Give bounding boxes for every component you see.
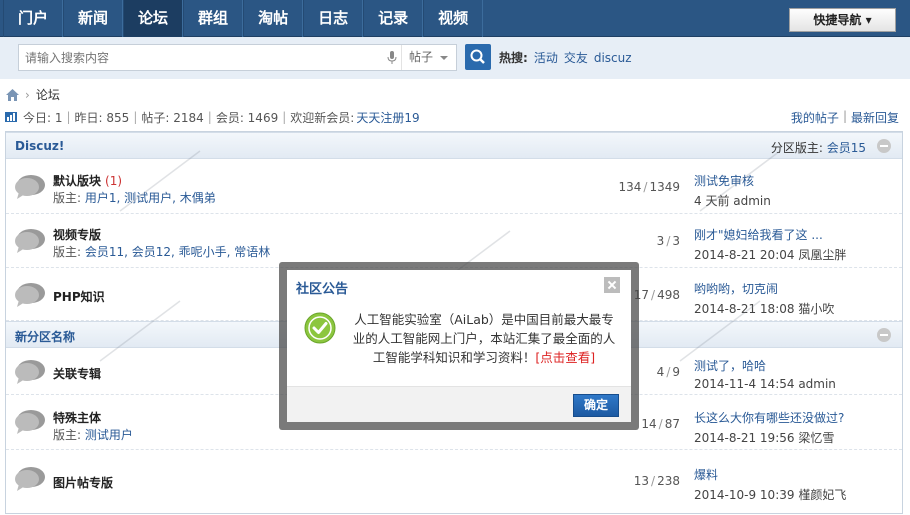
close-icon[interactable] (604, 277, 620, 293)
last-post-link[interactable]: 哟哟哟，切克闹 (694, 282, 778, 296)
forum-bubble-icon (15, 229, 45, 253)
forum-counts: 3/3 (656, 234, 680, 248)
stats-right-links: 我的帖子 | 最新回复 (787, 109, 903, 126)
breadcrumb-current[interactable]: 论坛 (36, 86, 60, 103)
last-post: 长这么大你有哪些还没做过? 2014-8-21 19:56 梁忆雪 (694, 411, 845, 445)
stat-today: 今日: 1 (23, 110, 63, 125)
search-input[interactable] (19, 45, 384, 70)
confirm-button[interactable]: 确定 (573, 394, 619, 417)
check-circle-icon (304, 312, 336, 344)
moderator-links[interactable]: 用户1, 测试用户, 木偶弟 (85, 191, 216, 205)
forum-bubble-icon (15, 410, 45, 434)
last-post-link[interactable]: 长这么大你有哪些还没做过? (694, 411, 844, 425)
nav-item-record[interactable]: 记录 (363, 0, 424, 37)
hot-word-link[interactable]: discuz (594, 51, 632, 65)
last-post: 测试免审核 4 天前 admin (694, 174, 771, 208)
dialog-footer: 确定 (287, 386, 631, 422)
hot-search-label: 热搜: (499, 51, 528, 65)
last-post-link[interactable]: 刚才"媳妇给我看了这 ... (694, 228, 823, 242)
forum-bubble-icon (15, 360, 45, 384)
last-post: 哟哟哟，切克闹 2014-8-21 18:08 猫小吹 (694, 282, 835, 316)
forum-row: 视频专版 版主: 会员11, 会员12, 乖呢小手, 常语林 3/3 刚才"媳妇… (6, 214, 902, 268)
my-posts-link[interactable]: 我的帖子 (787, 109, 843, 126)
forum-counts: 134/1349 (618, 180, 681, 194)
nav-item-blog[interactable]: 日志 (303, 0, 364, 37)
main-nav-list: 门户 新闻 论坛 群组 淘帖 日志 记录 视频 (3, 0, 484, 37)
stat-posts: 帖子: 2184 (141, 110, 204, 125)
forum-row: 图片帖专版 13/238 爆料 2014-10-9 10:39 槿颜妃飞 (6, 450, 902, 506)
hot-search: 热搜: 活动 交友 discuz (499, 49, 632, 66)
forum-counts: 13/238 (633, 474, 680, 488)
forum-title[interactable]: PHP知识 (53, 288, 109, 305)
category-moderator-link[interactable]: 会员15 (827, 141, 866, 155)
moderator-links[interactable]: 会员11, 会员12, 乖呢小手, 常语林 (85, 245, 270, 259)
chart-icon (5, 112, 17, 122)
forum-counts: 4/9 (656, 365, 680, 379)
collapse-icon[interactable] (877, 139, 891, 153)
search-bar: 帖子 热搜: 活动 交友 discuz (0, 37, 910, 79)
last-post-link[interactable]: 爆料 (694, 468, 718, 482)
search-type-select[interactable]: 帖子 (401, 45, 456, 70)
moderator-links[interactable]: 测试用户 (85, 428, 133, 442)
category-moderator: 分区版主: 会员15 (770, 141, 866, 155)
notice-dialog: 社区公告 人工智能实验室（AiLab）是中国目前最大最专业的人工智能网上门户，本… (287, 270, 631, 422)
breadcrumb: › 论坛 (6, 86, 60, 103)
last-post: 爆料 2014-10-9 10:39 槿颜妃飞 (694, 468, 847, 502)
last-post-link[interactable]: 测试免审核 (694, 174, 754, 188)
category-header: Discuz! 分区版主: 会员15 (6, 132, 902, 159)
forum-stats: 今日: 1 | 昨日: 855 | 帖子: 2184 | 会员: 1469 | 欢迎新会… (5, 109, 903, 125)
forum-row: 默认版块 (1) 版主: 用户1, 测试用户, 木偶弟 134/1349 测试免审… (6, 160, 902, 214)
nav-item-forum[interactable]: 论坛 (123, 0, 184, 37)
nav-item-video[interactable]: 视频 (423, 0, 484, 37)
search-box: 帖子 (18, 44, 457, 71)
forum-moderators: 版主: 会员11, 会员12, 乖呢小手, 常语林 (53, 245, 271, 259)
microphone-icon[interactable] (387, 51, 397, 65)
forum-counts: 14/87 (641, 417, 680, 431)
search-button[interactable] (465, 44, 491, 70)
hot-word-link[interactable]: 交友 (564, 49, 588, 66)
home-icon[interactable] (6, 88, 19, 101)
last-post-link[interactable]: 测试了，哈哈 (694, 359, 766, 373)
forum-bubble-icon (15, 467, 45, 491)
search-type-label: 帖子 (409, 50, 434, 64)
forum-title[interactable]: 默认版块 (1) (53, 172, 122, 189)
nav-item-group[interactable]: 群组 (183, 0, 244, 37)
stat-welcome: 欢迎新会员: (290, 110, 355, 125)
forum-title[interactable]: 图片帖专版 (53, 474, 117, 491)
top-navigation-bar: 门户 新闻 论坛 群组 淘帖 日志 记录 视频 快捷导航 ▾ (0, 0, 910, 37)
forum-bubble-icon (15, 175, 45, 199)
chevron-down-icon (440, 56, 448, 60)
new-member-link[interactable]: 天天注册19 (356, 109, 419, 126)
forum-title[interactable]: 关联专辑 (53, 365, 105, 382)
category-title[interactable]: Discuz! (15, 139, 64, 153)
dialog-header: 社区公告 (287, 270, 631, 298)
nav-item-portal[interactable]: 门户 (3, 0, 64, 37)
stat-members: 会员: 1469 (215, 110, 279, 125)
dialog-title: 社区公告 (296, 282, 349, 297)
last-post: 测试了，哈哈 2014-11-4 14:54 admin (694, 359, 836, 391)
search-icon (470, 49, 485, 64)
forum-bubble-icon (15, 283, 45, 307)
hot-word-link[interactable]: 活动 (534, 49, 558, 66)
quick-nav-button[interactable]: 快捷导航 ▾ (789, 8, 896, 32)
latest-reply-link[interactable]: 最新回复 (847, 109, 903, 126)
collapse-icon[interactable] (877, 328, 891, 342)
nav-item-collection[interactable]: 淘帖 (243, 0, 304, 37)
stat-yesterday: 昨日: 855 (74, 110, 130, 125)
notice-dialog-frame: 社区公告 人工智能实验室（AiLab）是中国目前最大最专业的人工智能网上门户，本… (279, 262, 639, 430)
view-details-link[interactable]: [点击查看] (535, 350, 595, 365)
dialog-message: 人工智能实验室（AiLab）是中国目前最大最专业的人工智能网上门户，本站汇集了最… (352, 312, 616, 365)
last-post: 刚才"媳妇给我看了这 ... 2014-8-21 20:04 凤凰尘胖 (694, 228, 847, 262)
breadcrumb-separator: › (25, 87, 30, 102)
forum-counts: 17/498 (633, 288, 680, 302)
forum-moderators: 版主: 用户1, 测试用户, 木偶弟 (53, 191, 216, 205)
category-title[interactable]: 新分区名称 (15, 328, 75, 345)
forum-title[interactable]: 视频专版 (53, 226, 105, 243)
forum-moderators: 版主: 测试用户 (53, 428, 133, 442)
forum-title[interactable]: 特殊主体 (53, 409, 105, 426)
nav-item-news[interactable]: 新闻 (63, 0, 124, 37)
